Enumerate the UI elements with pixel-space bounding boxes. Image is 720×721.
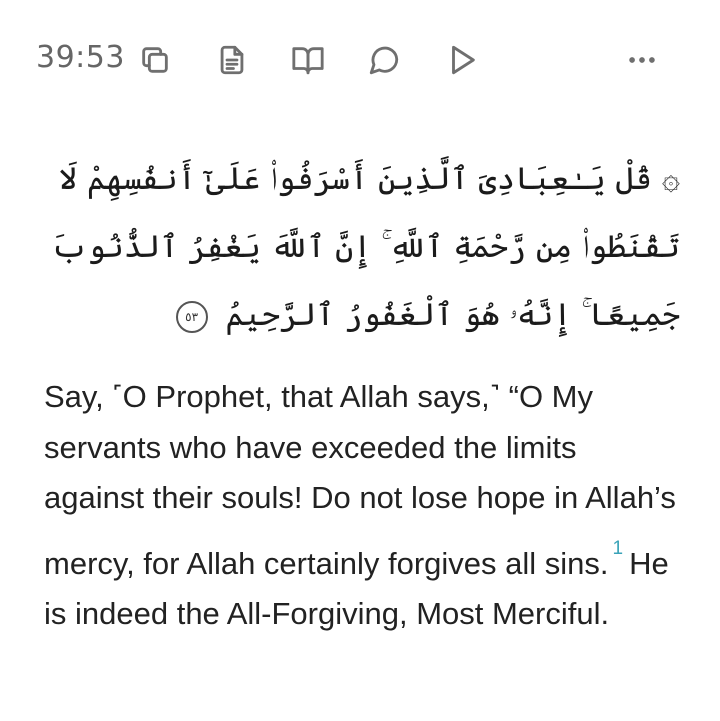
tafsir-button[interactable] <box>212 40 252 80</box>
play-button[interactable] <box>442 40 482 80</box>
comment-button[interactable] <box>364 40 404 80</box>
footnote-link[interactable]: 1 <box>613 538 624 559</box>
more-options-button[interactable] <box>620 40 664 80</box>
verse-translation: Say, ˹O Prophet, that Allah says,˺ “O My… <box>44 372 684 640</box>
arabic-verse: ۞ قُلْ يَـٰعِبَادِىَ ٱلَّذِينَ أَسْرَفُو… <box>44 145 680 349</box>
verse-number: 39:53 <box>36 40 125 75</box>
open-book-icon <box>292 47 324 75</box>
play-icon <box>452 45 475 75</box>
more-options-icon <box>629 57 655 63</box>
copy-icon <box>142 47 168 73</box>
ayah-number-marker: ٥٣ <box>175 300 208 333</box>
comment-icon <box>369 46 399 75</box>
translation-text-part1: Say, ˹O Prophet, that Allah says,˺ “O My… <box>44 379 676 581</box>
verse-toolbar: 39:53 <box>0 0 720 120</box>
reading-mode-button[interactable] <box>288 40 328 80</box>
tafsir-document-icon <box>220 45 244 75</box>
arabic-verse-text: ۞ قُلْ يَـٰعِبَادِىَ ٱلَّذِينَ أَسْرَفُو… <box>51 161 680 333</box>
copy-button[interactable] <box>135 40 175 80</box>
